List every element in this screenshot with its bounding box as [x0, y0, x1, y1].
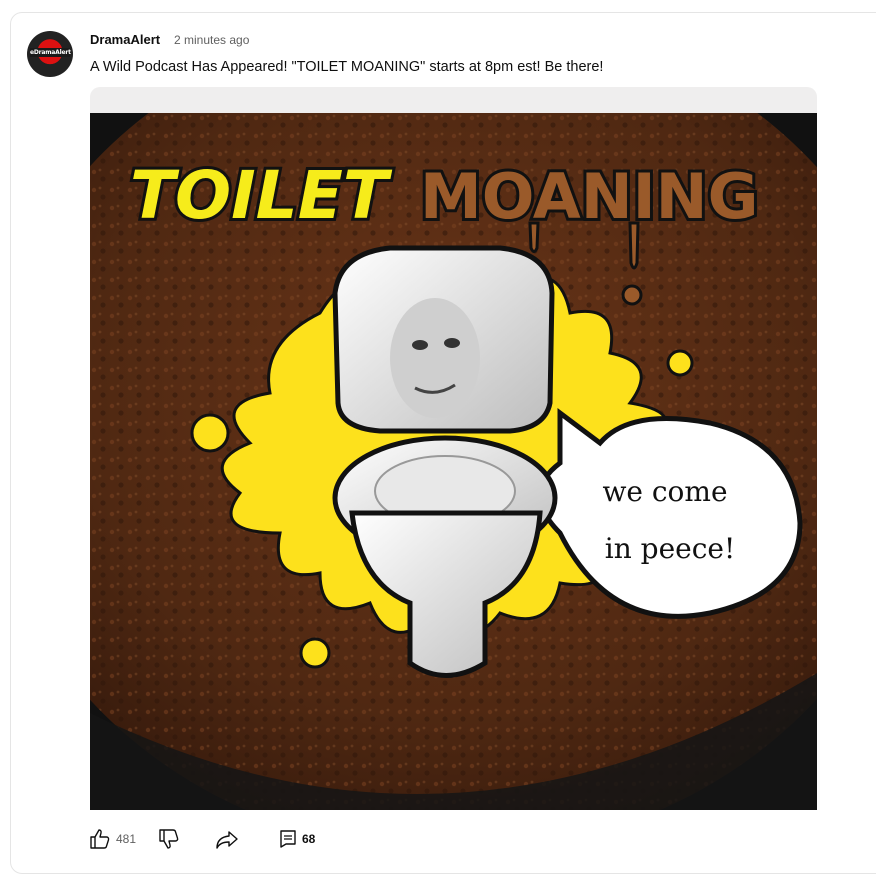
comment-button[interactable]: 68 — [278, 826, 315, 852]
title-toilet: TOILET — [130, 157, 393, 234]
bubble-line-2: in peece! — [605, 532, 735, 565]
comment-icon — [280, 830, 296, 848]
share-icon — [216, 831, 238, 849]
share-button[interactable] — [214, 826, 240, 852]
title-moaning: MOANING — [420, 160, 758, 233]
post-text: A Wild Podcast Has Appeared! "TOILET MOA… — [90, 59, 604, 75]
podcast-poster-image: we come in peece! TOILET MOANING — [90, 113, 817, 810]
post-timestamp[interactable]: 2 minutes ago — [174, 33, 249, 47]
post-image[interactable]: we come in peece! TOILET MOANING — [90, 87, 817, 810]
dislike-button[interactable] — [157, 826, 181, 852]
bubble-line-1: we come — [602, 475, 727, 508]
comment-count: 68 — [302, 832, 316, 846]
channel-avatar[interactable]: eDramaAlert — [27, 31, 73, 77]
thumbs-down-icon — [159, 829, 179, 849]
like-count: 481 — [116, 832, 137, 846]
avatar-label: eDramaAlert — [30, 48, 71, 57]
channel-name[interactable]: DramaAlert — [90, 32, 160, 47]
thumbs-up-icon — [90, 829, 110, 849]
like-button[interactable]: 481 — [88, 826, 136, 852]
